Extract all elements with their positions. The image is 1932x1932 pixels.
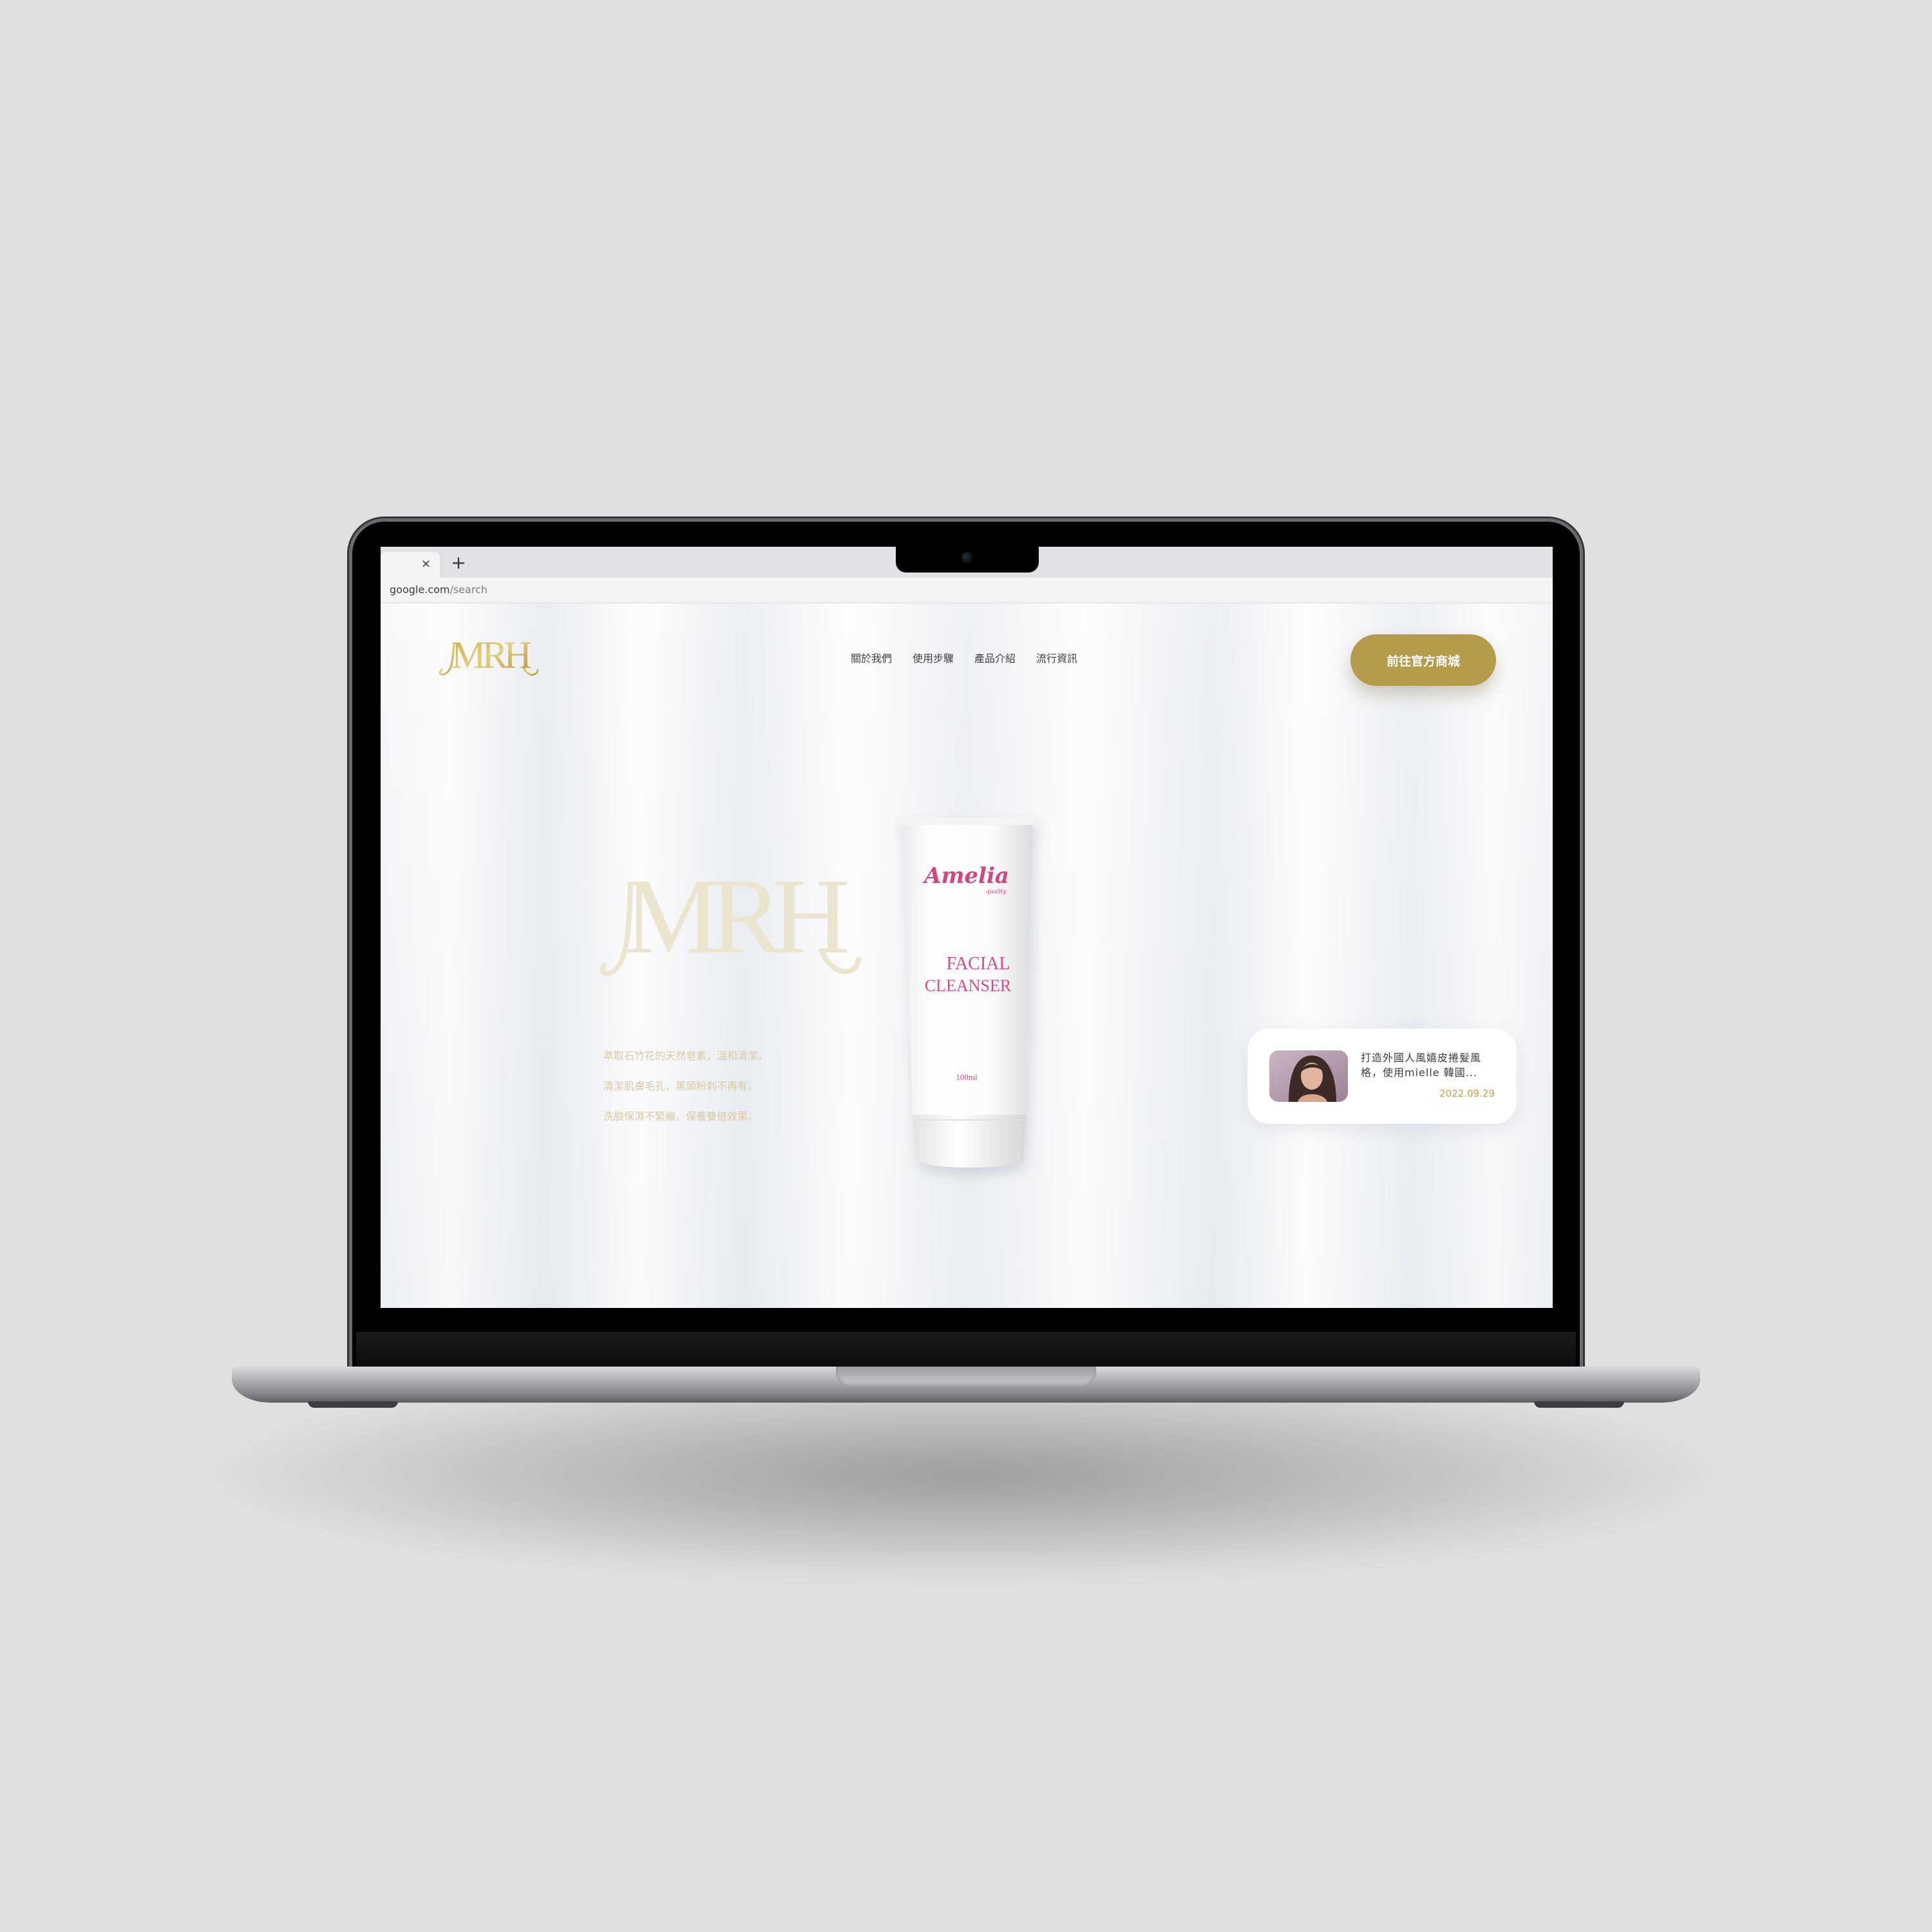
hero-mrh-logo: MRH: [600, 864, 861, 976]
news-date: 2022.09.29: [1439, 1088, 1495, 1099]
hero-taglines: 萃取石竹花的天然皂素，溫和清潔。 清潔肌膚毛孔，黑頭粉刺不再有。 洗臉保濕不緊繃…: [603, 1049, 768, 1140]
laptop-foot-left: [308, 1401, 398, 1408]
tagline-1: 萃取石竹花的天然皂素，溫和清潔。: [603, 1050, 769, 1062]
website-page: MRH 關於我們 使用步驟 產品介紹 流行資訊 前往官方商城 MRH 萃取石竹花…: [381, 603, 1553, 1308]
tagline-2: 清潔肌膚毛孔，黑頭粉刺不再有。: [603, 1080, 759, 1092]
tagline-3: 洗臉保濕不緊繃，保養雙倍效果。: [603, 1110, 759, 1122]
woman-portrait-photo-icon: [1269, 1050, 1348, 1102]
news-title: 打造外國人風嬉皮捲髮風格，使用mielle 韓國...: [1361, 1052, 1482, 1079]
new-tab-button[interactable]: +: [448, 552, 469, 574]
laptop-foot-right: [1534, 1401, 1624, 1408]
official-store-button[interactable]: 前往官方商城: [1350, 634, 1496, 686]
address-bar[interactable]: google.com/search: [381, 578, 1553, 603]
nav-steps[interactable]: 使用步驟: [913, 650, 954, 665]
url-path: /search: [450, 583, 488, 596]
laptop-opening-notch: [836, 1367, 1096, 1386]
url-host: google.com: [390, 583, 450, 596]
url-text: google.com/search: [390, 583, 488, 596]
camera-icon: [961, 552, 973, 564]
nav-trends[interactable]: 流行資訊: [1036, 650, 1077, 665]
close-tab-icon[interactable]: ×: [421, 556, 431, 573]
nav-products[interactable]: 產品介紹: [974, 650, 1016, 665]
browser-tab[interactable]: ×: [381, 552, 440, 578]
nav-about[interactable]: 關於我們: [851, 650, 892, 665]
facial-cleanser-product-image: Amelia quality FACIAL CLEANSER 100ml: [897, 817, 1034, 1168]
product-brand: Amelia: [922, 863, 1009, 889]
svg-text:MRH: MRH: [624, 864, 847, 976]
product-name-line1: FACIAL: [946, 954, 1010, 974]
svg-text:MRH: MRH: [451, 634, 531, 676]
mrh-logo[interactable]: MRH: [437, 633, 540, 679]
laptop-screen: × + google.com/search MRH 關於我們 使用步驟 產品介紹…: [381, 547, 1553, 1308]
laptop-shadow: [213, 1372, 1719, 1578]
product-name-line2: CLEANSER: [925, 976, 1012, 995]
laptop-chin: [356, 1332, 1576, 1367]
main-nav: 關於我們 使用步驟 產品介紹 流行資訊: [851, 650, 1077, 665]
product-volume: 100ml: [956, 1072, 978, 1082]
news-card[interactable]: 打造外國人風嬉皮捲髮風格，使用mielle 韓國... 2022.09.29: [1247, 1028, 1517, 1124]
product-brand-sub: quality: [986, 889, 1007, 895]
